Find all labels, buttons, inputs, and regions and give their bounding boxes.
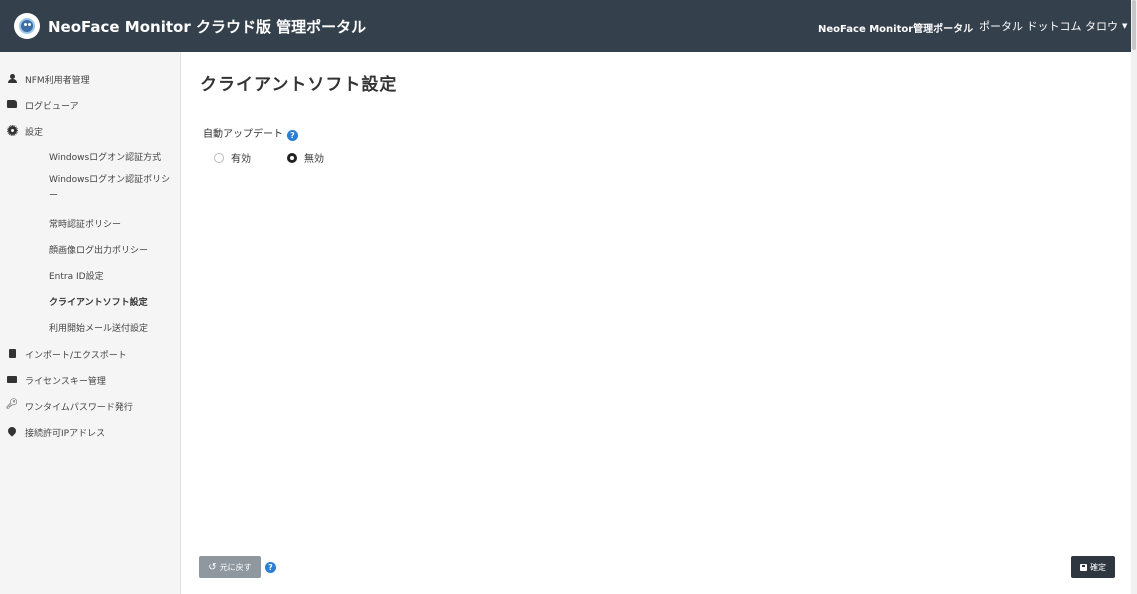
neoface-logo-icon xyxy=(14,13,40,39)
sidebar: NFM利用者管理 ログビューア 設定 Windowsログオン認証方式 Windo… xyxy=(0,52,181,594)
radio-label: 無効 xyxy=(304,154,324,165)
revert-button[interactable]: ↺ 元に戻す xyxy=(199,556,261,578)
sidebar-sub-start-mail[interactable]: 利用開始メール送付設定 xyxy=(49,321,177,334)
page-title: クライアントソフト設定 xyxy=(200,75,398,95)
auto-update-disabled-radio[interactable]: 無効 xyxy=(287,150,324,165)
radio-checked-icon xyxy=(287,152,297,163)
app-title: NeoFace Monitor クラウド版 管理ポータル xyxy=(48,18,367,36)
top-header: NeoFace Monitor クラウド版 管理ポータル NeoFace Mon… xyxy=(0,0,1131,52)
scroll-icon xyxy=(7,99,17,109)
revert-button-label: 元に戻す xyxy=(219,562,252,572)
scrollbar-thumb[interactable] xyxy=(1132,0,1136,50)
user-icon xyxy=(7,73,17,83)
page-scrollbar[interactable] xyxy=(1131,0,1137,594)
undo-icon: ↺ xyxy=(208,561,217,573)
auto-update-enabled-radio[interactable]: 有効 xyxy=(214,150,251,165)
gear-icon xyxy=(6,124,18,136)
file-icon xyxy=(7,348,17,358)
radio-label: 有効 xyxy=(231,154,251,165)
sidebar-item-label: NFM利用者管理 xyxy=(25,76,90,86)
sidebar-item-label: ライセンスキー管理 xyxy=(25,377,106,387)
save-icon xyxy=(1080,563,1087,571)
confirm-button-label: 確定 xyxy=(1090,562,1106,572)
portal-name-link[interactable]: NeoFace Monitor管理ポータル xyxy=(818,20,973,35)
user-name: ポータル ドットコム タロウ xyxy=(979,20,1118,33)
auto-update-label: 自動アップデート? xyxy=(203,125,298,141)
key-badge-icon xyxy=(7,374,17,384)
sidebar-sub-client-software[interactable]: クライアントソフト設定 xyxy=(49,295,177,308)
map-pin-icon xyxy=(6,425,18,437)
confirm-button[interactable]: 確定 xyxy=(1071,556,1115,578)
sidebar-sub-constant-auth-policy[interactable]: 常時認証ポリシー xyxy=(49,217,177,230)
sidebar-sub-windows-logon-method[interactable]: Windowsログオン認証方式 xyxy=(49,150,177,163)
sidebar-item-label: ワンタイムパスワード発行 xyxy=(25,403,133,413)
auto-update-label-text: 自動アップデート xyxy=(203,129,283,140)
sidebar-sub-face-image-log-policy[interactable]: 顔画像ログ出力ポリシー xyxy=(49,243,177,256)
help-icon[interactable]: ? xyxy=(287,130,298,141)
user-menu-dropdown[interactable]: ポータル ドットコム タロウ ▼ xyxy=(979,18,1127,34)
sidebar-item-label: インポート/エクスポート xyxy=(25,351,127,361)
radio-unchecked-icon xyxy=(214,152,224,163)
sidebar-item-label: ログビューア xyxy=(25,102,79,112)
sidebar-item-label: 接続許可IPアドレス xyxy=(25,429,106,439)
key-icon: 🔑︎ xyxy=(5,399,19,410)
help-icon[interactable]: ? xyxy=(265,562,276,573)
sidebar-sub-entra-id[interactable]: Entra ID設定 xyxy=(49,269,177,282)
sidebar-sub-windows-logon-policy[interactable]: Windowsログオン認証ポリシー xyxy=(49,172,177,204)
sidebar-item-label: 設定 xyxy=(25,128,44,138)
caret-down-icon: ▼ xyxy=(1122,22,1128,30)
